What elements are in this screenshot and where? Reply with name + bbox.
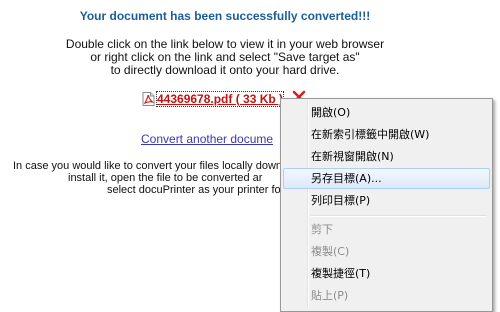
local-convert-line: In case you would like to convert your f…: [13, 160, 283, 172]
local-convert-text: In case you would like to convert your f…: [13, 160, 313, 196]
download-row: 44369678.pdf ( 33 Kb ): [142, 90, 285, 107]
menu-item-cut[interactable]: 剪下: [283, 219, 490, 240]
instructions: Double click on the link below to view i…: [0, 38, 450, 77]
local-convert-line: select docuPrinter as your printer fo: [107, 184, 281, 196]
convert-another-link[interactable]: Convert another docume: [141, 132, 273, 146]
menu-item-paste[interactable]: 貼上(P): [283, 285, 490, 306]
menu-item-open-new-window[interactable]: 在新視窗開啟(N): [283, 146, 490, 167]
menu-item-print-target[interactable]: 列印目標(P): [283, 190, 490, 211]
page-title: Your document has been successfully conv…: [79, 9, 371, 23]
context-menu: 開啟(O) 在新索引標籤中開啟(W) 在新視窗開啟(N) 另存目標(A)... …: [280, 98, 493, 312]
menu-item-save-target-as[interactable]: 另存目標(A)...: [283, 168, 490, 189]
menu-item-copy[interactable]: 複製(C): [283, 241, 490, 262]
menu-item-open[interactable]: 開啟(O): [283, 102, 490, 123]
pdf-download-link[interactable]: 44369678.pdf ( 33 Kb ): [155, 90, 285, 107]
menu-item-copy-shortcut[interactable]: 複製捷徑(T): [283, 263, 490, 284]
instruction-line: to directly download it onto your hard d…: [110, 63, 340, 77]
menu-separator: [311, 215, 487, 217]
pdf-file-icon: [142, 91, 155, 106]
local-convert-line: install it, open the file to be converte…: [68, 172, 263, 184]
menu-item-open-new-tab[interactable]: 在新索引標籤中開啟(W): [283, 124, 490, 145]
